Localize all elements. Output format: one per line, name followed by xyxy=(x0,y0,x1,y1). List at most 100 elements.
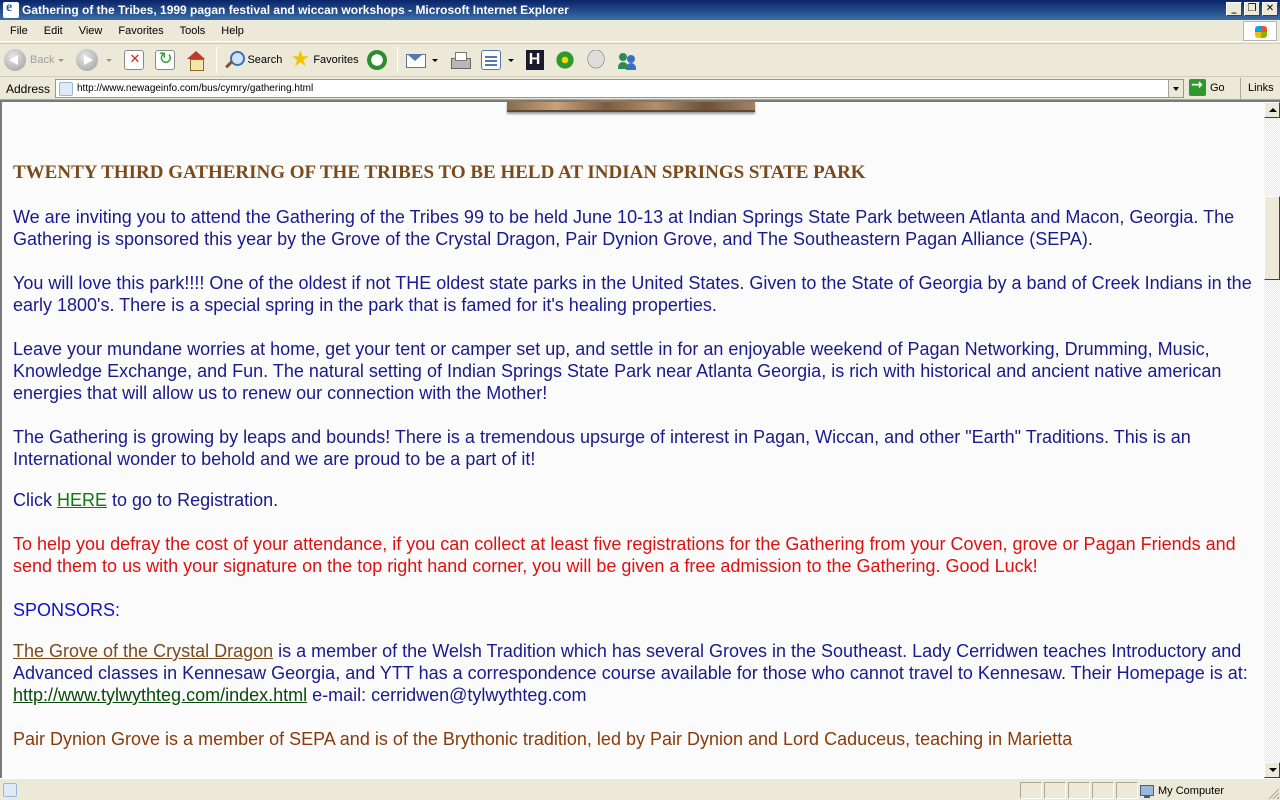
toolbar-separator xyxy=(396,47,398,73)
h-button[interactable]: H xyxy=(522,46,551,74)
go-arrow-icon xyxy=(1189,77,1206,96)
forward-arrow-icon xyxy=(76,49,99,71)
mail-dropdown-icon[interactable] xyxy=(431,58,438,62)
window-title: Gathering of the Tribes, 1999 pagan fest… xyxy=(22,3,569,17)
browser-window: Gathering of the Tribes, 1999 pagan fest… xyxy=(0,0,1280,800)
back-arrow-icon xyxy=(4,49,26,71)
home-button[interactable] xyxy=(182,46,213,74)
mail-icon xyxy=(405,50,426,70)
page-content: TWENTY THIRD GATHERING OF THE TRIBES TO … xyxy=(0,100,1264,778)
resize-grip-icon[interactable] xyxy=(1267,787,1279,799)
icq-button[interactable] xyxy=(551,46,582,74)
stop-button[interactable] xyxy=(120,46,151,74)
refresh-icon xyxy=(155,49,176,70)
back-dropdown-icon[interactable] xyxy=(58,58,65,62)
click-suffix: to go to Registration. xyxy=(107,490,279,510)
star-icon: ★ xyxy=(290,47,311,72)
go-button[interactable]: Go xyxy=(1189,77,1225,96)
h-logo-icon: H xyxy=(525,50,544,70)
scroll-down-button[interactable] xyxy=(1264,762,1280,778)
page-icon xyxy=(59,81,73,96)
minimize-button[interactable]: _ xyxy=(1226,2,1242,16)
growing-paragraph: The Gathering is growing by leaps and bo… xyxy=(13,427,1191,469)
favorites-button[interactable]: ★ Favorites xyxy=(286,46,362,74)
toolbar-separator xyxy=(216,47,218,73)
status-cell xyxy=(1092,782,1114,799)
banner-image xyxy=(507,102,755,112)
intro-paragraph: We are inviting you to attend the Gather… xyxy=(13,207,1235,249)
toolbar: Back Search ★ Favorites xyxy=(0,43,1280,77)
address-label: Address xyxy=(6,81,51,96)
search-icon xyxy=(224,50,246,70)
status-cell xyxy=(1044,782,1066,799)
security-zone[interactable]: My Computer xyxy=(1140,782,1224,799)
people-icon xyxy=(617,50,637,70)
scroll-up-button[interactable] xyxy=(1264,102,1280,118)
back-label: Back xyxy=(30,54,55,66)
title-bar[interactable]: Gathering of the Tribes, 1999 pagan fest… xyxy=(0,0,1280,20)
scroll-thumb[interactable] xyxy=(1264,196,1280,280)
scroll-track[interactable] xyxy=(1264,118,1280,762)
search-button[interactable]: Search xyxy=(220,46,286,74)
messenger-button[interactable] xyxy=(613,46,644,74)
favorites-label: Favorites xyxy=(313,54,359,66)
address-bar: Address http://www.newageinfo.com/bus/cy… xyxy=(0,77,1280,100)
menu-tools[interactable]: Tools xyxy=(172,25,214,37)
history-icon xyxy=(366,50,387,70)
menu-favorites[interactable]: Favorites xyxy=(110,25,171,37)
registration-line: Click HERE to go to Registration. xyxy=(13,489,1261,511)
vertical-scrollbar[interactable] xyxy=(1264,100,1280,778)
speech-bubble-icon xyxy=(585,50,606,70)
go-label: Go xyxy=(1210,81,1225,94)
grove-link[interactable]: The Grove of the Crystal Dragon xyxy=(13,641,273,661)
registration-link[interactable]: HERE xyxy=(57,490,107,510)
flower-icon xyxy=(554,50,575,70)
forward-dropdown-icon[interactable] xyxy=(106,58,113,62)
weekend-paragraph: Leave your mundane worries at home, get … xyxy=(13,339,1222,403)
edit-page-icon xyxy=(480,50,501,70)
status-cell xyxy=(1116,782,1138,799)
menu-view[interactable]: View xyxy=(71,25,111,37)
menu-bar: File Edit View Favorites Tools Help xyxy=(0,20,1280,42)
edit-dropdown-icon[interactable] xyxy=(507,58,514,62)
ie-icon xyxy=(3,0,19,18)
close-button[interactable]: ✕ xyxy=(1262,2,1278,16)
pair-dynion-paragraph: Pair Dynion Grove is a member of SEPA an… xyxy=(13,729,1073,749)
grove-paragraph: The Grove of the Crystal Dragon is a mem… xyxy=(13,640,1261,706)
zone-label: My Computer xyxy=(1158,784,1225,797)
mail-button[interactable] xyxy=(401,46,446,74)
grove-email: e-mail: cerridwen@tylwythteg.com xyxy=(307,685,587,705)
home-icon xyxy=(186,50,206,71)
article: TWENTY THIRD GATHERING OF THE TRIBES TO … xyxy=(13,162,1261,772)
address-url[interactable]: http://www.newageinfo.com/bus/cymry/gath… xyxy=(77,83,313,94)
back-button[interactable]: Back xyxy=(0,46,72,74)
computer-icon xyxy=(1140,785,1154,798)
caption-buttons: _ ❐ ✕ xyxy=(1226,2,1278,16)
address-input[interactable]: http://www.newageinfo.com/bus/cymry/gath… xyxy=(55,79,1184,98)
refresh-button[interactable] xyxy=(151,46,182,74)
click-prefix: Click xyxy=(13,490,57,510)
print-button[interactable] xyxy=(446,46,477,74)
printer-icon xyxy=(450,50,471,70)
stop-icon xyxy=(124,50,145,70)
forward-button[interactable] xyxy=(72,46,120,74)
status-page-icon xyxy=(3,782,17,797)
search-label: Search xyxy=(247,54,283,66)
discuss-button[interactable] xyxy=(582,46,613,74)
edit-button[interactable] xyxy=(477,46,522,74)
menu-edit[interactable]: Edit xyxy=(36,25,71,37)
status-cell xyxy=(1068,782,1090,799)
page-heading: TWENTY THIRD GATHERING OF THE TRIBES TO … xyxy=(13,162,866,183)
links-button[interactable]: Links xyxy=(1240,78,1274,99)
menu-file[interactable]: File xyxy=(0,25,36,37)
status-bar: My Computer xyxy=(0,778,1280,800)
status-cell xyxy=(1020,782,1042,799)
windows-logo-icon xyxy=(1243,21,1277,41)
free-admission-note: To help you defray the cost of your atte… xyxy=(13,534,1236,576)
grove-homepage-link[interactable]: http://www.tylwythteg.com/index.html xyxy=(13,685,307,705)
restore-button[interactable]: ❐ xyxy=(1244,2,1260,16)
sponsors-heading: SPONSORS: xyxy=(13,600,121,620)
menu-help[interactable]: Help xyxy=(213,25,252,37)
address-dropdown-icon[interactable] xyxy=(1168,80,1183,97)
history-button[interactable] xyxy=(363,46,394,74)
